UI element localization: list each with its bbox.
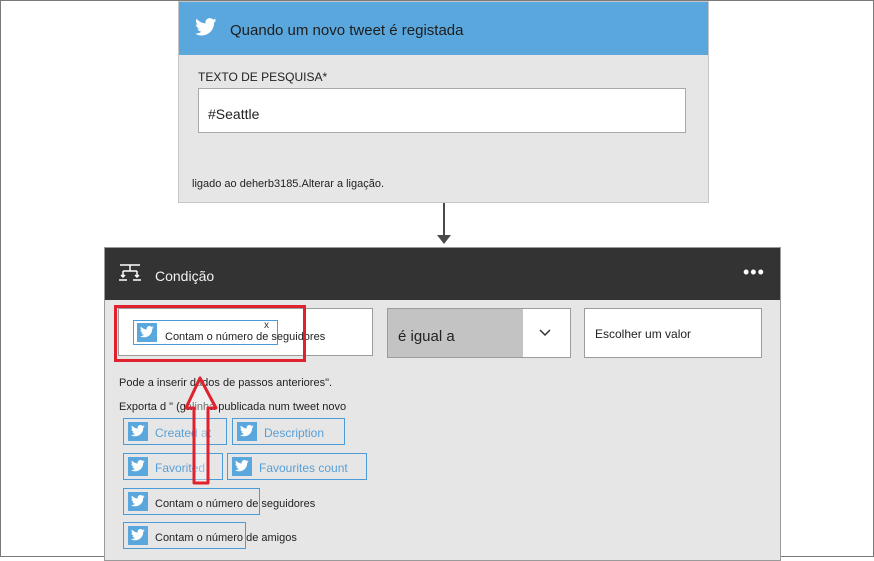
- twitter-icon: [128, 457, 148, 476]
- chip-followers-count[interactable]: Contam o número de seguidores: [123, 488, 315, 515]
- condition-title: Condição: [155, 268, 215, 284]
- export-description: Exporta d " (galinha publicada num tweet…: [119, 401, 347, 413]
- chip-label: Description: [264, 426, 325, 440]
- flow-connector-line: [443, 203, 445, 237]
- chip-favorited[interactable]: Favorited: [123, 453, 223, 480]
- change-connection-link[interactable]: Alterar a ligação.: [301, 178, 384, 190]
- condition-value-input[interactable]: Escolher um valor: [584, 308, 762, 358]
- dynamic-content-hint: Pode a inserir dados de passos anteriore…: [119, 377, 333, 389]
- chip-label: Favorited: [155, 461, 206, 475]
- chip-label: Created at: [155, 426, 212, 440]
- chevron-down-icon: [539, 329, 551, 337]
- operator-value: é igual a: [398, 328, 455, 345]
- chip-label: Contam o número de seguidores: [155, 498, 316, 510]
- twitter-icon: [128, 422, 148, 441]
- twitter-icon: [128, 526, 148, 545]
- chip-friends-count[interactable]: Contam o número de amigos: [123, 522, 297, 549]
- twitter-bird-icon: [195, 18, 217, 36]
- chip-created-at[interactable]: Created at: [123, 418, 227, 445]
- connection-text: ligado ao deherb3185.: [192, 178, 302, 190]
- search-text-label: TEXTO DE PESQUISA*: [198, 70, 328, 84]
- more-options-icon[interactable]: •••: [743, 262, 765, 283]
- search-text-value: #Seattle: [208, 106, 260, 122]
- highlight-box: [114, 305, 306, 362]
- condition-card: Condição ••• Contam o número de seguidor…: [104, 247, 781, 561]
- flow-connector-arrow-icon: [437, 235, 451, 244]
- trigger-title: Quando um novo tweet é registada: [230, 22, 464, 39]
- operator-dropdown[interactable]: é igual a: [387, 308, 571, 358]
- trigger-card: Quando um novo tweet é registada TEXTO D…: [178, 1, 709, 203]
- twitter-icon: [128, 492, 148, 511]
- chip-label: Favourites count: [259, 461, 348, 475]
- chip-favourites-count[interactable]: Favourites count: [227, 453, 367, 480]
- twitter-icon: [237, 422, 257, 441]
- condition-header[interactable]: Condição •••: [105, 248, 780, 300]
- twitter-icon: [232, 457, 252, 476]
- search-text-input[interactable]: #Seattle: [198, 88, 686, 133]
- condition-icon: [119, 264, 141, 281]
- connection-info: ligado ao deherb3185.Alterar a ligação.: [192, 178, 384, 190]
- value-placeholder: Escolher um valor: [595, 327, 692, 341]
- chip-label: Contam o número de amigos: [155, 532, 297, 544]
- chip-description[interactable]: Description: [232, 418, 345, 445]
- trigger-header[interactable]: Quando um novo tweet é registada: [179, 2, 708, 55]
